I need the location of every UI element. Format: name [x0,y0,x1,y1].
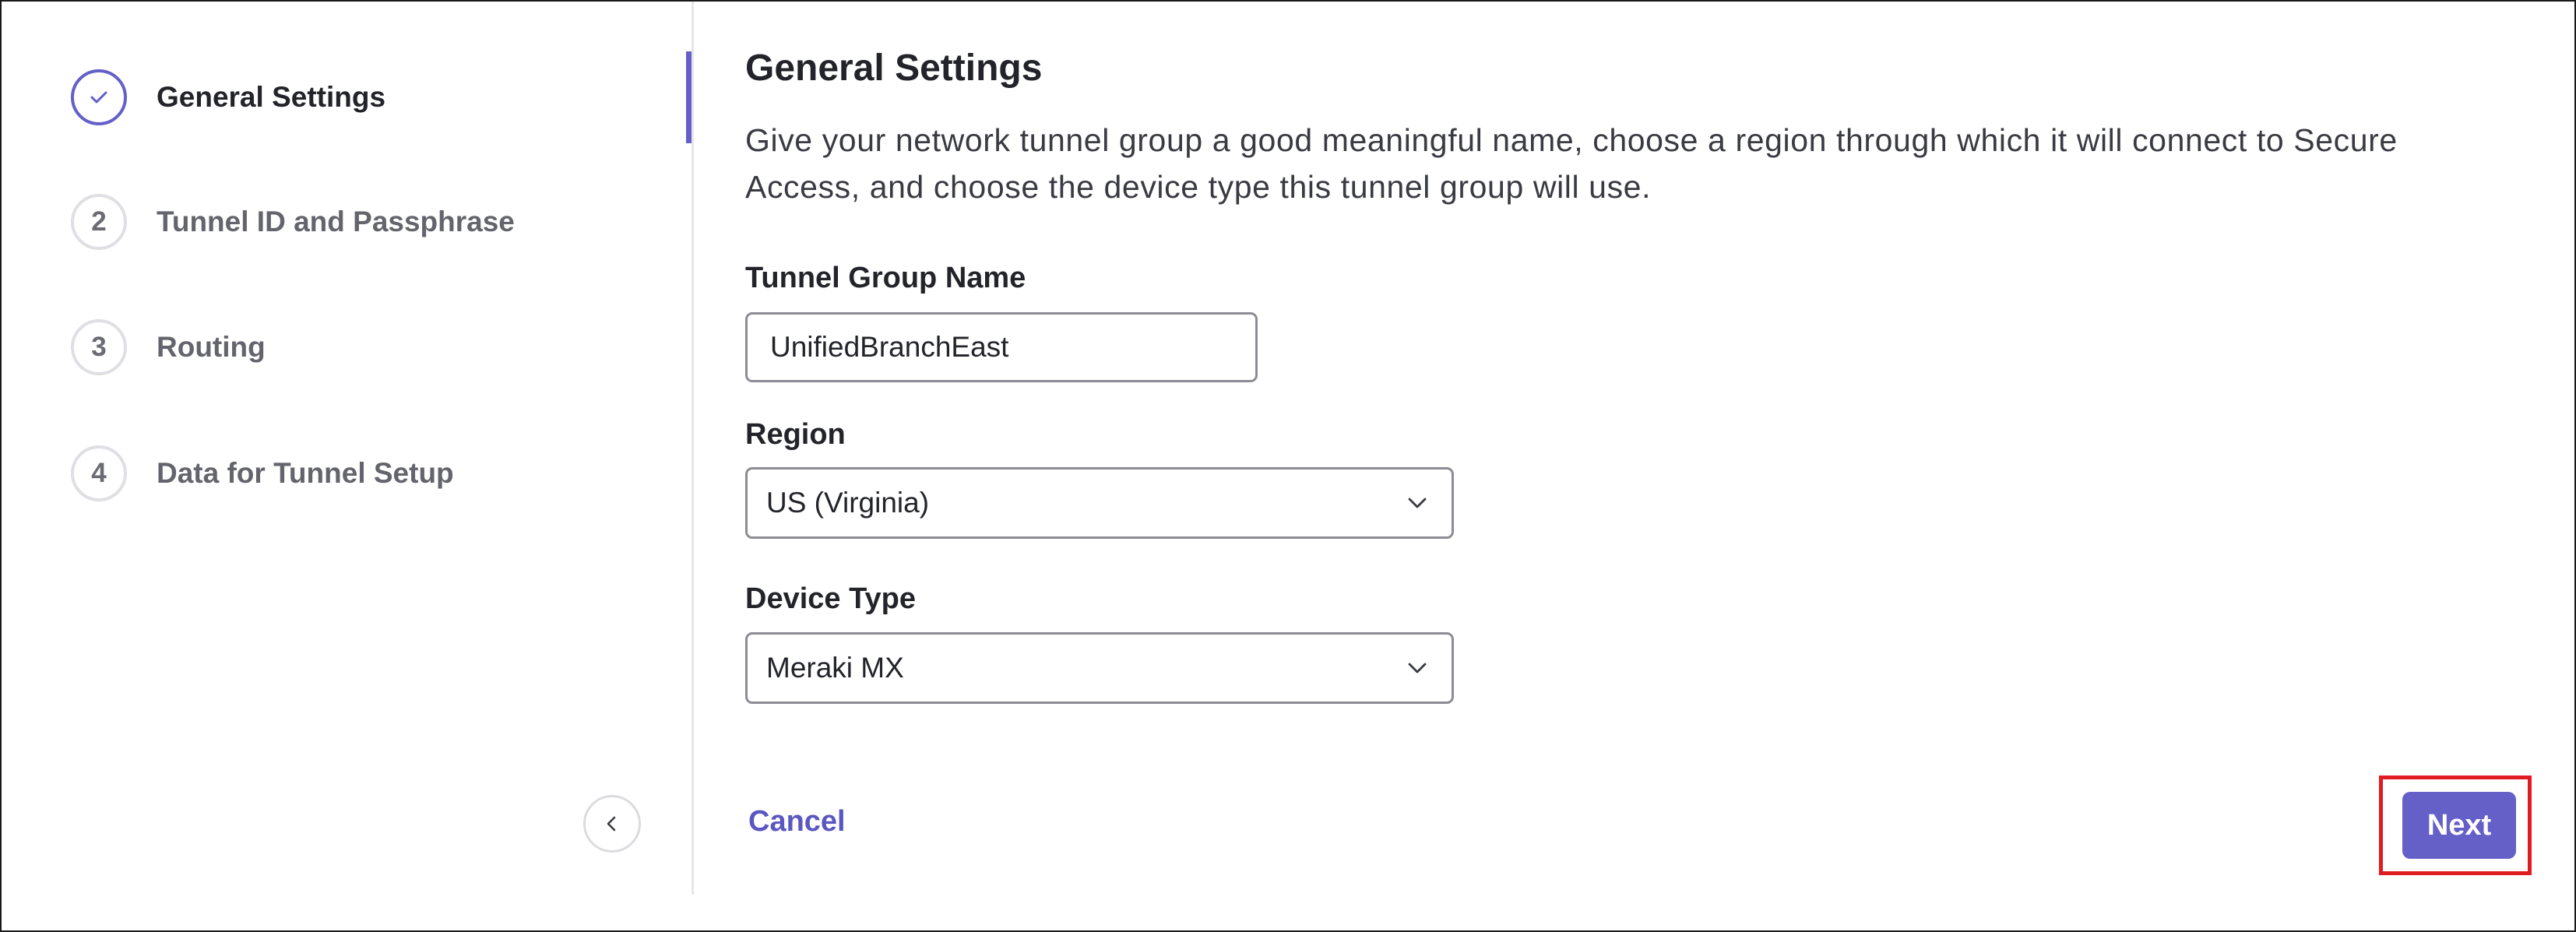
step-number: 3 [71,319,127,375]
wizard-stepper: General Settings 2 Tunnel ID and Passphr… [2,2,694,895]
chevron-left-icon [607,816,616,832]
tunnel-group-name-input[interactable] [745,312,1258,382]
step-label: Routing [157,331,266,363]
step-completed-marker [71,69,127,125]
step-number: 2 [71,194,127,250]
chevron-down-icon [1402,487,1433,519]
region-selected-value: US (Virginia) [766,487,930,519]
region-select[interactable]: US (Virginia) [745,467,1454,539]
step-general-settings[interactable]: General Settings [71,69,385,125]
tunnel-group-name-label: Tunnel Group Name [745,262,1026,294]
page-title: General Settings [745,47,1043,89]
step-routing[interactable]: 3 Routing [71,319,266,375]
next-button[interactable]: Next [2402,792,2516,859]
active-step-indicator [686,51,692,143]
collapse-sidebar-button[interactable] [583,795,641,853]
step-tunnel-id-passphrase[interactable]: 2 Tunnel ID and Passphrase [71,194,515,250]
page-description: Give your network tunnel group a good me… [745,122,2398,205]
chevron-down-icon [1402,652,1433,684]
region-label: Region [745,418,846,451]
checkmark-icon [90,91,107,104]
step-label: Tunnel ID and Passphrase [157,206,515,237]
wizard-frame: General Settings 2 Tunnel ID and Passphr… [0,0,2576,932]
device-type-selected-value: Meraki MX [766,652,904,684]
step-label: General Settings [157,81,386,113]
step-data-for-tunnel-setup[interactable]: 4 Data for Tunnel Setup [71,445,454,501]
device-type-select[interactable]: Meraki MX [745,632,1454,704]
cancel-button[interactable]: Cancel [748,805,846,839]
device-type-label: Device Type [745,582,916,615]
step-number: 4 [71,445,127,501]
step-label: Data for Tunnel Setup [157,457,454,489]
